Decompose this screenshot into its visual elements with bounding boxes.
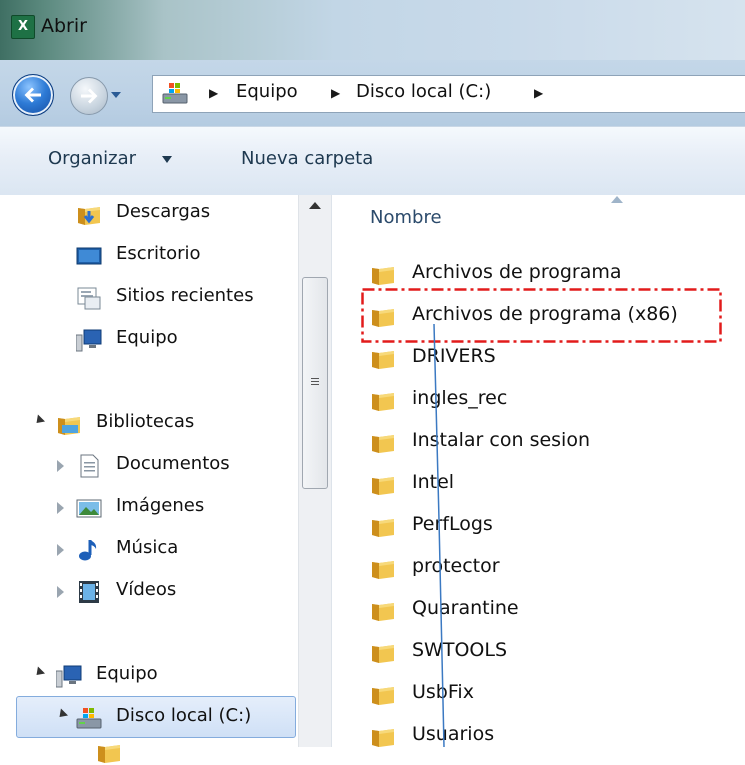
expand-arrow-icon[interactable] bbox=[57, 544, 64, 556]
folder-icon bbox=[370, 429, 396, 455]
expand-arrow-icon[interactable] bbox=[57, 502, 64, 514]
nav-item-label: Bibliotecas bbox=[96, 411, 195, 432]
libraries-icon bbox=[56, 411, 82, 437]
nav-item-label: Escritorio bbox=[116, 243, 201, 264]
folder-icon bbox=[370, 639, 396, 665]
collapse-arrow-icon[interactable] bbox=[32, 414, 46, 427]
file-item[interactable]: Instalar con sesion bbox=[370, 422, 740, 462]
file-name: SWTOOLS bbox=[412, 639, 508, 661]
forward-arrow-icon bbox=[81, 88, 98, 104]
history-dropdown-icon[interactable] bbox=[110, 89, 122, 101]
file-item[interactable]: SWTOOLS bbox=[370, 632, 740, 672]
nav-scrollbar[interactable] bbox=[298, 195, 331, 747]
nav-item-label: Música bbox=[116, 537, 179, 558]
expand-arrow-icon[interactable] bbox=[57, 586, 64, 598]
folder-icon bbox=[96, 739, 122, 765]
breadcrumb-arrow-icon[interactable]: ▶ bbox=[534, 86, 543, 100]
file-item[interactable]: DRIVERS bbox=[370, 338, 740, 378]
title-bar: X Abrir bbox=[0, 0, 745, 60]
file-name: ingles_rec bbox=[412, 387, 508, 409]
column-header-name[interactable]: Nombre bbox=[370, 207, 442, 228]
file-item[interactable]: Usuarios bbox=[370, 716, 740, 756]
file-name: DRIVERS bbox=[412, 345, 496, 367]
recent-places-icon bbox=[77, 287, 101, 310]
scroll-thumb[interactable] bbox=[302, 277, 328, 489]
sort-ascending-icon bbox=[611, 196, 623, 203]
folder-icon bbox=[370, 597, 396, 623]
folder-icon bbox=[370, 387, 396, 413]
computer-icon bbox=[76, 329, 102, 352]
videos-icon bbox=[79, 581, 99, 603]
forward-button[interactable] bbox=[70, 77, 108, 115]
file-name: Intel bbox=[412, 471, 455, 493]
nav-item-label: Imágenes bbox=[116, 495, 205, 516]
breadcrumb-equipo[interactable]: Equipo bbox=[236, 81, 298, 102]
excel-icon: X bbox=[11, 15, 35, 39]
back-button[interactable] bbox=[12, 74, 54, 116]
organize-button[interactable]: Organizar bbox=[48, 148, 136, 169]
folder-icon bbox=[370, 555, 396, 581]
pictures-icon bbox=[76, 499, 102, 518]
command-bar: Organizar Nueva carpeta bbox=[0, 126, 745, 196]
file-item[interactable]: PerfLogs bbox=[370, 506, 740, 546]
breadcrumb-arrow-icon[interactable]: ▶ bbox=[209, 86, 218, 100]
folder-icon bbox=[370, 681, 396, 707]
file-item[interactable]: UsbFix bbox=[370, 674, 740, 714]
folder-icon bbox=[370, 345, 396, 371]
nav-item-label: Equipo bbox=[96, 663, 158, 684]
scroll-up-icon[interactable] bbox=[309, 202, 321, 209]
computer-icon bbox=[56, 665, 82, 688]
address-bar[interactable]: ▶ Equipo ▶ Disco local (C:) ▶ bbox=[152, 75, 745, 113]
file-name: Quarantine bbox=[412, 597, 519, 619]
navigation-pane: Descargas Escritorio Sitios recientes Eq… bbox=[0, 195, 331, 747]
file-item[interactable]: Quarantine bbox=[370, 590, 740, 630]
downloads-folder-icon bbox=[76, 201, 102, 227]
folder-icon bbox=[370, 471, 396, 497]
breadcrumb-local-disk[interactable]: Disco local (C:) bbox=[356, 81, 491, 102]
nav-item-label: Sitios recientes bbox=[116, 285, 254, 306]
nav-item-label: Documentos bbox=[116, 453, 230, 474]
folder-icon bbox=[370, 723, 396, 749]
file-name: Usuarios bbox=[412, 723, 495, 745]
collapse-arrow-icon[interactable] bbox=[32, 666, 46, 679]
local-disk-icon bbox=[162, 83, 188, 104]
file-name: PerfLogs bbox=[412, 513, 493, 535]
nav-item-label: Disco local (C:) bbox=[116, 705, 252, 726]
nav-item-label: Equipo bbox=[116, 327, 178, 348]
documents-icon bbox=[80, 454, 99, 478]
music-icon bbox=[79, 540, 97, 561]
file-list: Nombre Archivos de programa Archivos de … bbox=[331, 195, 745, 747]
file-name: Instalar con sesion bbox=[412, 429, 590, 451]
desktop-icon bbox=[76, 247, 102, 265]
file-name: UsbFix bbox=[412, 681, 474, 703]
breadcrumb-arrow-icon[interactable]: ▶ bbox=[331, 86, 340, 100]
file-name: protector bbox=[412, 555, 500, 577]
back-arrow-icon bbox=[24, 87, 41, 103]
file-item[interactable]: protector bbox=[370, 548, 740, 588]
file-item[interactable]: ingles_rec bbox=[370, 380, 740, 420]
highlight-annotation bbox=[361, 288, 722, 343]
folder-icon bbox=[370, 513, 396, 539]
file-name: Archivos de programa bbox=[412, 261, 622, 283]
new-folder-button[interactable]: Nueva carpeta bbox=[241, 148, 373, 169]
nav-item-label: Vídeos bbox=[116, 579, 177, 600]
nav-item-label: Descargas bbox=[116, 201, 211, 222]
window-title: Abrir bbox=[41, 15, 87, 37]
expand-arrow-icon[interactable] bbox=[57, 460, 64, 472]
local-disk-icon bbox=[76, 708, 102, 729]
folder-icon bbox=[370, 261, 396, 287]
chevron-down-icon bbox=[162, 156, 172, 163]
navigation-bar: ▶ Equipo ▶ Disco local (C:) ▶ bbox=[0, 60, 745, 126]
file-item[interactable]: Intel bbox=[370, 464, 740, 504]
